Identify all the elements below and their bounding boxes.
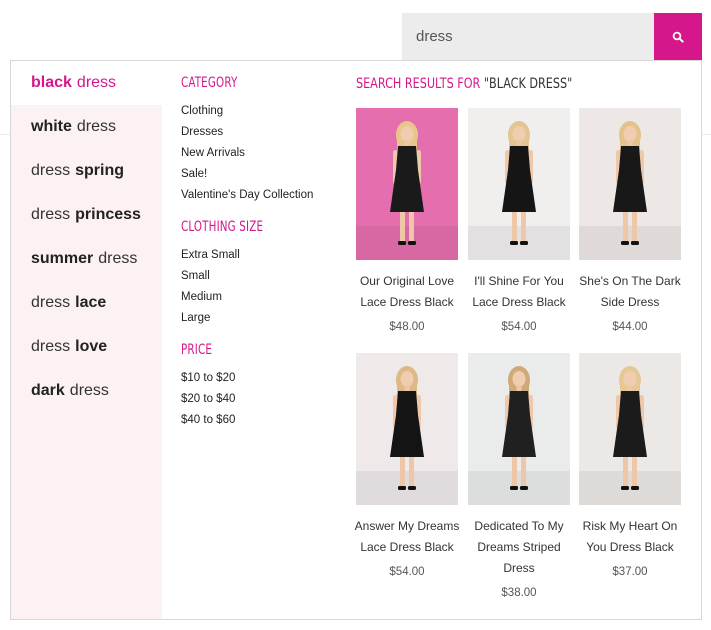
product-name[interactable]: I'll Shine For You Lace Dress Black <box>463 271 575 313</box>
suggestion-item[interactable]: black dress <box>11 61 162 105</box>
suggestion-item[interactable]: summer dress <box>11 237 162 281</box>
suggestion-text: dress <box>31 162 71 179</box>
suggestion-highlight: summer <box>31 250 94 267</box>
product-price: $54.00 <box>501 321 537 333</box>
facet-heading: Category <box>181 75 238 91</box>
facet-option[interactable]: Clothing <box>181 105 223 117</box>
product-price: $48.00 <box>389 321 425 333</box>
model-photo <box>356 121 458 260</box>
product-price: $38.00 <box>501 587 537 599</box>
product-name[interactable]: Answer My Dreams Lace Dress Black <box>351 516 463 558</box>
facet-option[interactable]: Dresses <box>181 126 223 138</box>
product-image[interactable] <box>579 353 681 505</box>
product-card[interactable]: Our Original Love Lace Dress Black $48.00 <box>356 108 458 333</box>
suggestion-text: dress <box>69 382 109 399</box>
facet-option[interactable]: Medium <box>181 291 222 303</box>
suggestion-item[interactable]: dress love <box>11 325 162 369</box>
suggestion-highlight: lace <box>75 294 107 311</box>
suggestion-highlight: love <box>75 338 108 355</box>
facet-option[interactable]: Extra Small <box>181 249 240 261</box>
product-name[interactable]: Risk My Heart On You Dress Black <box>574 516 686 558</box>
model-photo <box>468 366 570 505</box>
results-heading: Search results for "black dress" <box>356 76 572 92</box>
model-photo <box>468 121 570 260</box>
suggestion-highlight: princess <box>75 206 141 223</box>
suggestion-list: black dress white dress dress spring dress prin… <box>11 61 162 619</box>
facet-heading: Clothing Size <box>181 219 264 235</box>
search-icon <box>672 31 684 43</box>
product-price: $37.00 <box>612 566 648 578</box>
suggestion-item[interactable]: white dress <box>11 105 162 149</box>
product-card[interactable]: Risk My Heart On You Dress Black $37.00 <box>579 353 681 578</box>
suggestion-text: dress <box>98 250 138 267</box>
product-card[interactable]: Answer My Dreams Lace Dress Black $54.00 <box>355 353 459 578</box>
product-image[interactable] <box>468 353 570 505</box>
suggestion-item[interactable]: dress lace <box>11 281 162 325</box>
suggestion-highlight: dark <box>31 382 65 399</box>
facet-option[interactable]: Small <box>181 270 210 282</box>
facet-option[interactable]: Large <box>181 312 210 324</box>
product-price: $44.00 <box>612 321 648 333</box>
suggestion-item[interactable]: dress princess <box>11 193 162 237</box>
product-card[interactable]: I'll Shine For You Lace Dress Black $54.0… <box>468 108 570 333</box>
product-image[interactable] <box>579 108 681 260</box>
facet-option[interactable]: $10 to $20 <box>181 372 235 384</box>
product-name[interactable]: Dedicated To My Dreams Striped Dress <box>463 516 575 579</box>
search-input[interactable] <box>402 13 654 60</box>
suggestion-text: dress <box>76 74 117 91</box>
suggestion-highlight: white <box>31 118 72 135</box>
suggestion-text: dress <box>76 118 117 135</box>
search-button[interactable] <box>654 13 702 60</box>
model-photo <box>579 121 681 260</box>
product-image[interactable] <box>356 353 458 505</box>
product-price: $54.00 <box>389 566 425 578</box>
suggestion-highlight: black <box>31 74 72 91</box>
suggestion-text: dress <box>31 338 71 355</box>
product-image[interactable] <box>468 108 570 260</box>
facet-option[interactable]: Valentine's Day Collection <box>181 189 313 201</box>
suggestion-item[interactable]: dark dress <box>11 369 162 413</box>
facet-option[interactable]: Sale! <box>181 168 207 180</box>
suggestion-item[interactable]: dress spring <box>11 149 162 193</box>
suggestion-highlight: spring <box>75 162 125 179</box>
product-card[interactable]: Dedicated To My Dreams Striped Dress $38.… <box>468 353 570 599</box>
model-photo <box>579 366 681 505</box>
facet-option[interactable]: New Arrivals <box>181 147 245 159</box>
facet-heading: Price <box>181 342 213 358</box>
product-name[interactable]: Our Original Love Lace Dress Black <box>351 271 463 313</box>
facet-option[interactable]: $20 to $40 <box>181 393 235 405</box>
results-query: "black dress" <box>483 76 573 92</box>
product-image[interactable] <box>356 108 458 260</box>
model-photo <box>356 366 458 505</box>
product-card[interactable]: She's On The Dark Side Dress $44.00 <box>579 108 681 333</box>
suggestion-text: dress <box>31 294 71 311</box>
search-dropdown: black dress white dress dress spring dress prin… <box>10 60 702 620</box>
search-bar <box>402 13 702 60</box>
product-name[interactable]: She's On The Dark Side Dress <box>574 271 686 313</box>
results-label: Search results for <box>356 76 481 92</box>
suggestion-text: dress <box>31 206 71 223</box>
facet-option[interactable]: $40 to $60 <box>181 414 235 426</box>
